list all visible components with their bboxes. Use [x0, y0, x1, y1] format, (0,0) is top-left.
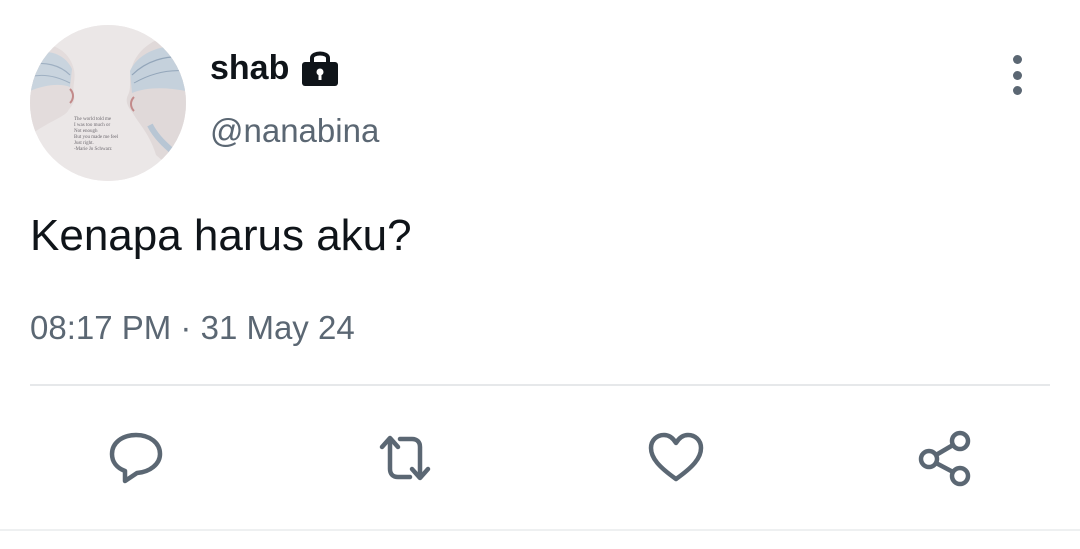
retweet-icon: [379, 435, 431, 481]
reply-icon: [109, 432, 163, 484]
display-name[interactable]: shab: [210, 48, 289, 88]
more-icon-dot: [1012, 86, 1022, 95]
more-icon-dot: [1012, 70, 1022, 80]
avatar-image: [30, 25, 186, 181]
more-vertical-icon: [1012, 55, 1022, 64]
avatar[interactable]: The world told me I was too much or Not …: [30, 25, 186, 181]
author-name-row: shab: [210, 48, 341, 88]
tweet-timestamp[interactable]: 08:17 PM · 31 May 24: [30, 308, 355, 348]
divider: [30, 384, 1050, 386]
lock-icon: [299, 48, 341, 88]
more-options-button[interactable]: [1000, 55, 1034, 95]
tweet-date: 31 May 24: [200, 309, 355, 346]
share-button[interactable]: [915, 428, 975, 488]
avatar-quote: The world told me I was too much or Not …: [74, 117, 119, 152]
tweet-time: 08:17 PM: [30, 309, 172, 346]
reply-button[interactable]: [106, 428, 166, 488]
tweet-text: Kenapa harus aku?: [30, 211, 412, 260]
meta-separator: ·: [180, 309, 192, 346]
like-button[interactable]: [646, 428, 706, 488]
share-icon: [918, 430, 971, 487]
retweet-button[interactable]: [375, 428, 435, 488]
bottom-divider: [0, 529, 1080, 531]
heart-icon: [648, 432, 704, 482]
user-handle[interactable]: @nanabina: [210, 111, 379, 151]
